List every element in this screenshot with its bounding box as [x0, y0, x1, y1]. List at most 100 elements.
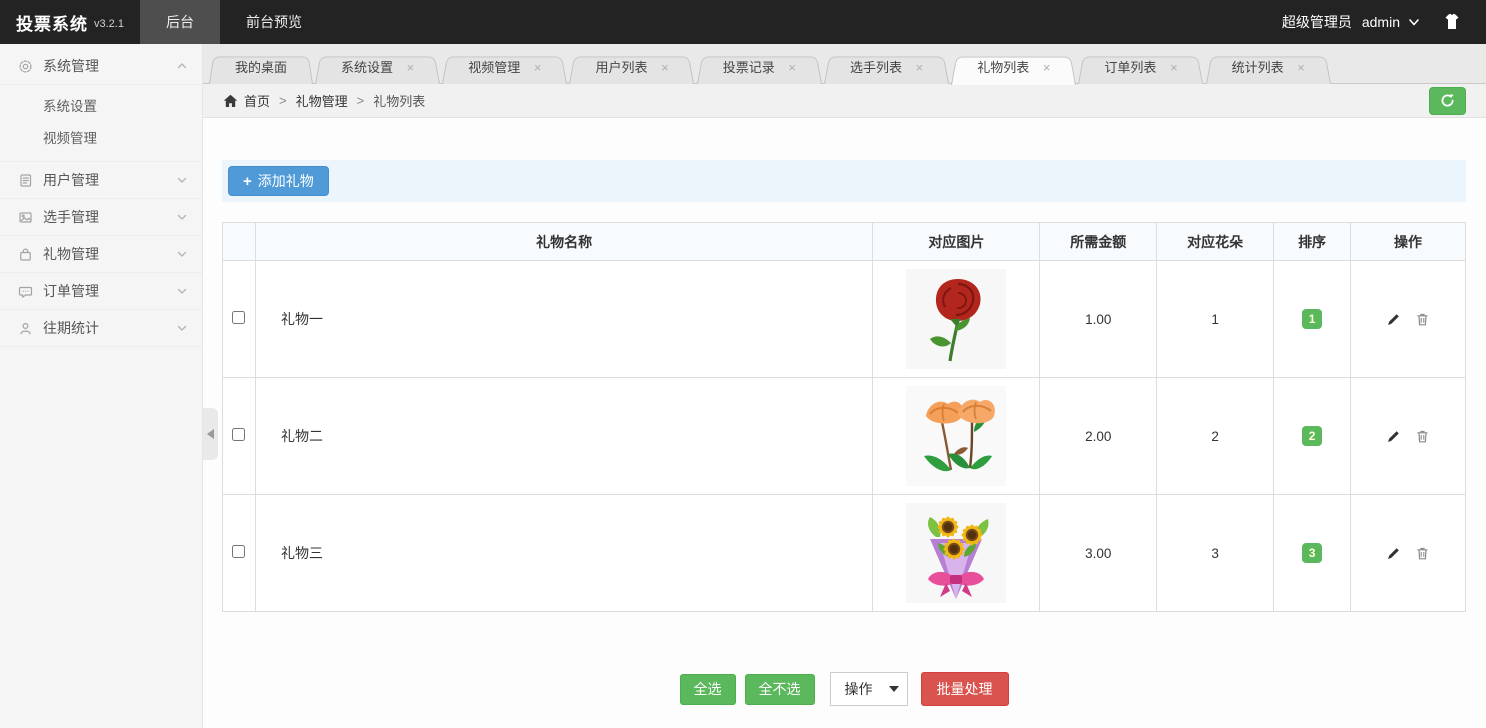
edit-pencil-icon[interactable] — [1386, 312, 1401, 327]
breadcrumb-gift-management[interactable]: 礼物管理 — [296, 91, 348, 110]
top-nav: 后台 前台预览 — [140, 0, 328, 44]
header-amount: 所需金额 — [1040, 223, 1157, 261]
delete-trash-icon[interactable] — [1415, 546, 1430, 561]
tab-statistics-list[interactable]: 统计列表 × — [1206, 54, 1331, 84]
tab-vote-records[interactable]: 投票记录 × — [697, 54, 822, 84]
sidebar-item-label: 选手管理 — [43, 207, 99, 227]
close-icon[interactable]: × — [1297, 60, 1305, 75]
action-select[interactable]: 操作 — [830, 672, 908, 706]
row-checkbox[interactable] — [232, 311, 245, 324]
header-flowers: 对应花朵 — [1157, 223, 1274, 261]
user-icon — [18, 321, 33, 336]
sidebar-item-video-management[interactable]: 视频管理 — [0, 121, 202, 153]
nav-backend[interactable]: 后台 — [140, 0, 220, 44]
gift-name: 礼物一 — [255, 261, 872, 378]
sort-badge: 2 — [1302, 426, 1322, 446]
sidebar-item-label: 用户管理 — [43, 170, 99, 190]
sidebar: 系统管理 系统设置 视频管理 用户管理 — [0, 44, 203, 728]
breadcrumb-separator: > — [279, 93, 287, 108]
batch-process-button[interactable]: 批量处理 — [921, 672, 1009, 706]
add-gift-label: 添加礼物 — [258, 171, 314, 191]
close-icon[interactable]: × — [1043, 60, 1051, 75]
edit-pencil-icon[interactable] — [1386, 546, 1401, 561]
chevron-down-icon — [1408, 16, 1420, 28]
breadcrumb-home[interactable]: 首页 — [244, 91, 270, 110]
topbar-user-area[interactable]: 超级管理员 admin — [1282, 0, 1486, 44]
delete-trash-icon[interactable] — [1415, 312, 1430, 327]
sidebar-item-label: 往期统计 — [43, 318, 99, 338]
tab-video-management[interactable]: 视频管理 × — [442, 54, 567, 84]
add-gift-button[interactable]: + 添加礼物 — [228, 166, 329, 196]
gift-amount: 2.00 — [1040, 378, 1157, 495]
breadcrumb: 首页 > 礼物管理 > 礼物列表 — [203, 84, 1486, 118]
sidebar-item-players[interactable]: 选手管理 — [0, 199, 202, 236]
gift-table: 礼物名称 对应图片 所需金额 对应花朵 排序 操作 礼物一 — [222, 222, 1466, 612]
close-icon[interactable]: × — [1170, 60, 1178, 75]
user-role-label: 超级管理员 — [1282, 12, 1352, 32]
tab-label: 投票记录 — [723, 60, 775, 75]
tab-label: 我的桌面 — [235, 60, 287, 75]
theme-tshirt-icon[interactable] — [1442, 13, 1462, 31]
tab-player-list[interactable]: 选手列表 × — [824, 54, 949, 84]
sidebar-collapse-handle[interactable] — [203, 408, 218, 460]
comment-icon — [18, 284, 33, 299]
gift-amount: 1.00 — [1040, 261, 1157, 378]
chevron-down-icon — [176, 285, 188, 297]
chevron-down-icon — [176, 174, 188, 186]
orange-poppies-image — [906, 386, 1006, 486]
sidebar-item-label: 系统管理 — [43, 56, 99, 76]
triangle-left-icon — [207, 429, 214, 439]
select-none-button[interactable]: 全不选 — [745, 674, 815, 705]
row-checkbox[interactable] — [232, 428, 245, 441]
sidebar-item-system[interactable]: 系统管理 — [0, 48, 202, 85]
sidebar-item-statistics[interactable]: 往期统计 — [0, 310, 202, 347]
close-icon[interactable]: × — [661, 60, 669, 75]
tab-label: 系统设置 — [341, 60, 393, 75]
tab-label: 选手列表 — [850, 60, 902, 75]
close-icon[interactable]: × — [534, 60, 542, 75]
batch-actions-bar: 全选 全不选 操作 批量处理 — [222, 672, 1466, 706]
close-icon[interactable]: × — [916, 60, 924, 75]
refresh-button[interactable] — [1429, 87, 1466, 115]
edit-pencil-icon[interactable] — [1386, 429, 1401, 444]
delete-trash-icon[interactable] — [1415, 429, 1430, 444]
tab-gift-list[interactable]: 礼物列表 × — [951, 54, 1076, 84]
select-all-button[interactable]: 全选 — [680, 674, 736, 705]
sidebar-item-orders[interactable]: 订单管理 — [0, 273, 202, 310]
sort-badge: 3 — [1302, 543, 1322, 563]
table-toolbar: + 添加礼物 — [222, 160, 1466, 202]
app-version: v3.2.1 — [94, 18, 124, 30]
home-icon — [223, 94, 238, 108]
gift-flowers: 3 — [1157, 495, 1274, 612]
chevron-down-icon — [176, 322, 188, 334]
chevron-up-icon — [176, 60, 188, 72]
sidebar-item-system-settings[interactable]: 系统设置 — [0, 89, 202, 121]
username-label: admin — [1362, 14, 1400, 30]
sidebar-item-gifts[interactable]: 礼物管理 — [0, 236, 202, 273]
sunflower-bouquet-image — [906, 503, 1006, 603]
row-checkbox[interactable] — [232, 545, 245, 558]
chevron-down-icon — [176, 248, 188, 260]
main-area: 我的桌面 系统设置 × 视频管理 × 用户列表 × 投票记录 × — [203, 44, 1486, 728]
close-icon[interactable]: × — [788, 60, 796, 75]
sort-badge: 1 — [1302, 309, 1322, 329]
picture-icon — [18, 210, 33, 225]
nav-frontend-preview[interactable]: 前台预览 — [220, 0, 328, 44]
close-icon[interactable]: × — [407, 60, 415, 75]
tab-label: 统计列表 — [1232, 60, 1284, 75]
sidebar-submenu-system: 系统设置 视频管理 — [0, 85, 202, 162]
app-title: 投票系统 — [16, 10, 88, 35]
content-panel: + 添加礼物 礼物名称 对应图片 所需金额 对应花朵 排序 — [203, 118, 1486, 728]
tab-label: 用户列表 — [595, 60, 647, 75]
tab-order-list[interactable]: 订单列表 × — [1078, 54, 1203, 84]
header-actions: 操作 — [1351, 223, 1466, 261]
breadcrumb-current: 礼物列表 — [373, 91, 425, 110]
chevron-down-icon — [176, 211, 188, 223]
tab-system-settings[interactable]: 系统设置 × — [315, 54, 440, 84]
tab-user-list[interactable]: 用户列表 × — [569, 54, 694, 84]
header-checkbox-cell — [223, 223, 256, 261]
tab-my-desktop[interactable]: 我的桌面 — [209, 54, 313, 84]
sidebar-item-label: 礼物管理 — [43, 244, 99, 264]
sidebar-item-users[interactable]: 用户管理 — [0, 162, 202, 199]
app-brand: 投票系统 v3.2.1 — [0, 0, 140, 44]
